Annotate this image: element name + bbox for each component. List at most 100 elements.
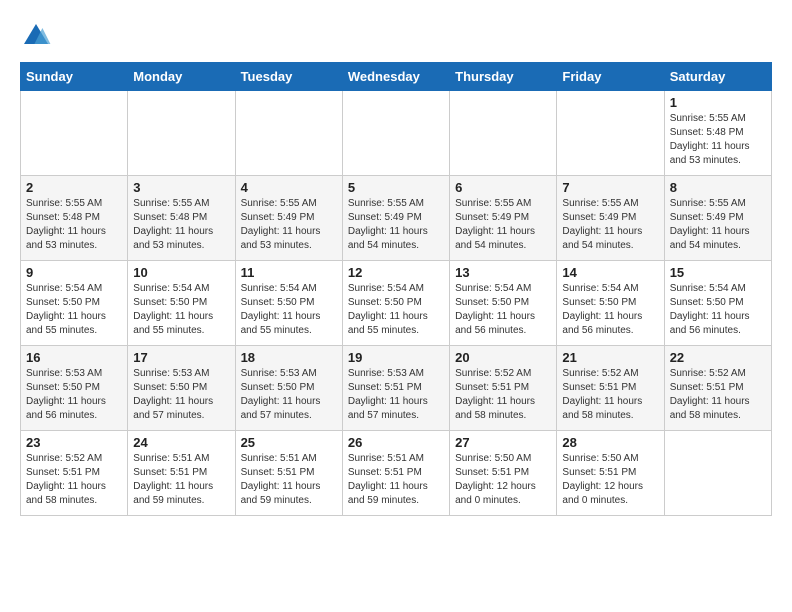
day-number: 2	[26, 180, 122, 195]
calendar-cell: 12 Sunrise: 5:54 AM Sunset: 5:50 PM Dayli…	[342, 261, 449, 346]
day-info: Sunrise: 5:54 AM Sunset: 5:50 PM Dayligh…	[348, 282, 444, 338]
day-info: Sunrise: 5:53 AM Sunset: 5:50 PM Dayligh…	[26, 367, 122, 423]
calendar-row: 9 Sunrise: 5:54 AM Sunset: 5:50 PM Daylig…	[21, 261, 772, 346]
day-number: 1	[670, 95, 766, 110]
day-info: Sunrise: 5:54 AM Sunset: 5:50 PM Dayligh…	[26, 282, 122, 338]
day-number: 13	[455, 265, 551, 280]
calendar-cell: 11 Sunrise: 5:54 AM Sunset: 5:50 PM Dayli…	[235, 261, 342, 346]
day-number: 23	[26, 435, 122, 450]
day-number: 26	[348, 435, 444, 450]
day-number: 27	[455, 435, 551, 450]
day-info: Sunrise: 5:53 AM Sunset: 5:51 PM Dayligh…	[348, 367, 444, 423]
day-info: Sunrise: 5:53 AM Sunset: 5:50 PM Dayligh…	[133, 367, 229, 423]
calendar-cell	[450, 91, 557, 176]
day-number: 4	[241, 180, 337, 195]
calendar-cell: 4 Sunrise: 5:55 AM Sunset: 5:49 PM Daylig…	[235, 176, 342, 261]
day-info: Sunrise: 5:55 AM Sunset: 5:49 PM Dayligh…	[348, 197, 444, 253]
day-info: Sunrise: 5:51 AM Sunset: 5:51 PM Dayligh…	[133, 452, 229, 508]
logo-icon	[20, 20, 52, 52]
calendar-cell: 10 Sunrise: 5:54 AM Sunset: 5:50 PM Dayli…	[128, 261, 235, 346]
day-number: 3	[133, 180, 229, 195]
day-info: Sunrise: 5:55 AM Sunset: 5:49 PM Dayligh…	[241, 197, 337, 253]
calendar-cell: 14 Sunrise: 5:54 AM Sunset: 5:50 PM Dayli…	[557, 261, 664, 346]
day-number: 19	[348, 350, 444, 365]
day-number: 7	[562, 180, 658, 195]
day-info: Sunrise: 5:55 AM Sunset: 5:49 PM Dayligh…	[562, 197, 658, 253]
weekday-header: Sunday	[21, 63, 128, 91]
calendar-cell: 25 Sunrise: 5:51 AM Sunset: 5:51 PM Dayli…	[235, 431, 342, 516]
day-info: Sunrise: 5:54 AM Sunset: 5:50 PM Dayligh…	[455, 282, 551, 338]
calendar-cell: 26 Sunrise: 5:51 AM Sunset: 5:51 PM Dayli…	[342, 431, 449, 516]
day-info: Sunrise: 5:51 AM Sunset: 5:51 PM Dayligh…	[348, 452, 444, 508]
day-number: 16	[26, 350, 122, 365]
day-number: 6	[455, 180, 551, 195]
calendar-cell	[21, 91, 128, 176]
calendar-cell: 9 Sunrise: 5:54 AM Sunset: 5:50 PM Daylig…	[21, 261, 128, 346]
day-info: Sunrise: 5:55 AM Sunset: 5:48 PM Dayligh…	[670, 112, 766, 168]
calendar-row: 16 Sunrise: 5:53 AM Sunset: 5:50 PM Dayli…	[21, 346, 772, 431]
day-info: Sunrise: 5:55 AM Sunset: 5:49 PM Dayligh…	[455, 197, 551, 253]
day-info: Sunrise: 5:54 AM Sunset: 5:50 PM Dayligh…	[241, 282, 337, 338]
calendar-cell: 3 Sunrise: 5:55 AM Sunset: 5:48 PM Daylig…	[128, 176, 235, 261]
calendar-cell: 15Sunrise: 5:54 AM Sunset: 5:50 PM Dayli…	[664, 261, 771, 346]
day-info: Sunrise: 5:50 AM Sunset: 5:51 PM Dayligh…	[562, 452, 658, 508]
calendar-cell: 7 Sunrise: 5:55 AM Sunset: 5:49 PM Daylig…	[557, 176, 664, 261]
day-number: 11	[241, 265, 337, 280]
day-info: Sunrise: 5:55 AM Sunset: 5:49 PM Dayligh…	[670, 197, 766, 253]
day-number: 15	[670, 265, 766, 280]
calendar-cell	[664, 431, 771, 516]
day-number: 24	[133, 435, 229, 450]
day-info: Sunrise: 5:54 AM Sunset: 5:50 PM Dayligh…	[562, 282, 658, 338]
weekday-header: Wednesday	[342, 63, 449, 91]
day-number: 10	[133, 265, 229, 280]
calendar-cell: 20 Sunrise: 5:52 AM Sunset: 5:51 PM Dayli…	[450, 346, 557, 431]
calendar-cell	[128, 91, 235, 176]
day-number: 14	[562, 265, 658, 280]
calendar-cell: 19 Sunrise: 5:53 AM Sunset: 5:51 PM Dayli…	[342, 346, 449, 431]
calendar-cell: 24 Sunrise: 5:51 AM Sunset: 5:51 PM Dayli…	[128, 431, 235, 516]
day-number: 28	[562, 435, 658, 450]
day-number: 9	[26, 265, 122, 280]
day-number: 20	[455, 350, 551, 365]
calendar-cell: 21 Sunrise: 5:52 AM Sunset: 5:51 PM Dayli…	[557, 346, 664, 431]
day-number: 17	[133, 350, 229, 365]
weekday-header: Saturday	[664, 63, 771, 91]
day-info: Sunrise: 5:52 AM Sunset: 5:51 PM Dayligh…	[455, 367, 551, 423]
day-info: Sunrise: 5:51 AM Sunset: 5:51 PM Dayligh…	[241, 452, 337, 508]
day-info: Sunrise: 5:53 AM Sunset: 5:50 PM Dayligh…	[241, 367, 337, 423]
calendar-cell: 5 Sunrise: 5:55 AM Sunset: 5:49 PM Daylig…	[342, 176, 449, 261]
day-number: 25	[241, 435, 337, 450]
day-number: 12	[348, 265, 444, 280]
calendar-cell: 13 Sunrise: 5:54 AM Sunset: 5:50 PM Dayli…	[450, 261, 557, 346]
calendar-cell	[235, 91, 342, 176]
calendar-cell: 27 Sunrise: 5:50 AM Sunset: 5:51 PM Dayli…	[450, 431, 557, 516]
calendar-header-row: SundayMondayTuesdayWednesdayThursdayFrid…	[21, 63, 772, 91]
calendar-row: 23 Sunrise: 5:52 AM Sunset: 5:51 PM Dayli…	[21, 431, 772, 516]
calendar-cell: 17 Sunrise: 5:53 AM Sunset: 5:50 PM Dayli…	[128, 346, 235, 431]
calendar-cell: 18 Sunrise: 5:53 AM Sunset: 5:50 PM Dayli…	[235, 346, 342, 431]
day-info: Sunrise: 5:52 AM Sunset: 5:51 PM Dayligh…	[26, 452, 122, 508]
day-number: 18	[241, 350, 337, 365]
calendar-cell: 22Sunrise: 5:52 AM Sunset: 5:51 PM Dayli…	[664, 346, 771, 431]
calendar-cell: 23 Sunrise: 5:52 AM Sunset: 5:51 PM Dayli…	[21, 431, 128, 516]
page-header	[20, 20, 772, 52]
day-number: 8	[670, 180, 766, 195]
calendar-row: 1 Sunrise: 5:55 AM Sunset: 5:48 PM Daylig…	[21, 91, 772, 176]
day-info: Sunrise: 5:52 AM Sunset: 5:51 PM Dayligh…	[562, 367, 658, 423]
day-number: 5	[348, 180, 444, 195]
day-info: Sunrise: 5:55 AM Sunset: 5:48 PM Dayligh…	[26, 197, 122, 253]
logo	[20, 20, 56, 52]
calendar-cell	[342, 91, 449, 176]
weekday-header: Thursday	[450, 63, 557, 91]
weekday-header: Friday	[557, 63, 664, 91]
calendar-row: 2 Sunrise: 5:55 AM Sunset: 5:48 PM Daylig…	[21, 176, 772, 261]
day-info: Sunrise: 5:50 AM Sunset: 5:51 PM Dayligh…	[455, 452, 551, 508]
day-number: 22	[670, 350, 766, 365]
calendar-cell: 2 Sunrise: 5:55 AM Sunset: 5:48 PM Daylig…	[21, 176, 128, 261]
calendar-table: SundayMondayTuesdayWednesdayThursdayFrid…	[20, 62, 772, 516]
day-number: 21	[562, 350, 658, 365]
day-info: Sunrise: 5:55 AM Sunset: 5:48 PM Dayligh…	[133, 197, 229, 253]
weekday-header: Tuesday	[235, 63, 342, 91]
day-info: Sunrise: 5:54 AM Sunset: 5:50 PM Dayligh…	[133, 282, 229, 338]
weekday-header: Monday	[128, 63, 235, 91]
